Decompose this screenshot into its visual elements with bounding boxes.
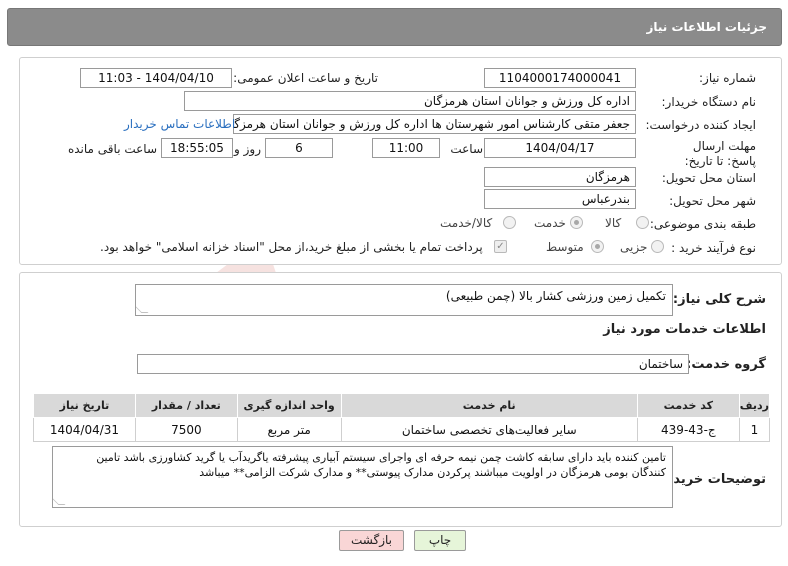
buyer-org-field: اداره کل ورزش و جوانان استان هرمزگان — [184, 91, 636, 111]
cell-unit: متر مربع — [236, 417, 342, 442]
process-medium-radio[interactable] — [591, 240, 604, 253]
category-goods-service-radio[interactable] — [503, 216, 516, 229]
cell-row: 1 — [738, 417, 771, 442]
remaining-field: 18:55:05 — [161, 138, 233, 158]
days-field: 6 — [265, 138, 333, 158]
category-goods-label: کالا — [605, 216, 622, 230]
buyer-contact-link[interactable]: اطلاعات تماس خریدار — [124, 117, 235, 131]
category-goods-service-label: کالا/خدمت — [440, 216, 493, 230]
city-field: بندرعباس — [484, 189, 636, 209]
col-unit-header: واحد اندازه گیری — [236, 393, 342, 418]
announce-label: تاریخ و ساعت اعلان عمومی: — [233, 71, 378, 85]
process-minor-label: جزیی — [620, 240, 648, 254]
page-header: جزئیات اطلاعات نیاز — [7, 8, 782, 46]
treasury-checkbox[interactable]: ✓ — [494, 240, 507, 253]
table-header-row: ردیف کد خدمت نام خدمت واحد اندازه گیری ت… — [33, 393, 771, 418]
process-label: نوع فرآیند خرید : — [671, 241, 756, 255]
services-table: ردیف کد خدمت نام خدمت واحد اندازه گیری ت… — [33, 393, 771, 442]
deadline-date-field: 1404/04/17 — [484, 138, 636, 158]
process-medium-label: متوسط — [546, 240, 584, 254]
province-label: استان محل تحویل: — [661, 171, 756, 185]
deadline-time-field: 11:00 — [372, 138, 440, 158]
remaining-label: ساعت باقی مانده — [67, 142, 157, 156]
summary-label: شرح کلی نیاز: — [672, 292, 766, 307]
treasury-note: پرداخت تمام یا بخشی از مبلغ خرید،از محل … — [100, 240, 483, 254]
print-button[interactable]: چاپ — [414, 530, 466, 551]
need-number-field: 1104000174000041 — [484, 68, 636, 88]
deadline-label: مهلت ارسال پاسخ: تا تاریخ: — [684, 139, 756, 168]
days-label: روز و — [234, 142, 261, 156]
service-group-label: گروه خدمت: — [686, 357, 766, 372]
col-row-header: ردیف — [738, 393, 771, 418]
cell-date: 1404/04/31 — [33, 417, 136, 442]
category-service-label: خدمت — [534, 216, 566, 230]
requester-label: ایجاد کننده درخواست: — [645, 118, 756, 132]
announce-field: 1404/04/10 - 11:03 — [80, 68, 232, 88]
cell-code: ج-43-439 — [636, 417, 740, 442]
requester-field: جعفر متقی کارشناس امور شهرستان ها اداره … — [233, 114, 636, 134]
col-name-header: نام خدمت — [340, 393, 638, 418]
col-date-header: تاریخ نیاز — [33, 393, 136, 418]
page-title: جزئیات اطلاعات نیاز — [646, 20, 767, 34]
need-number-label: شماره نیاز: — [699, 71, 756, 85]
category-label: طبقه بندی موضوعی: — [649, 217, 756, 231]
service-group-field: ساختمان — [137, 354, 689, 374]
category-service-radio[interactable] — [570, 216, 583, 229]
cell-name: سایر فعالیت‌های تخصصی ساختمان — [340, 417, 638, 442]
city-label: شهر محل تحویل: — [669, 194, 756, 208]
deadline-time-label: ساعت — [450, 142, 483, 156]
notes-field: تامین کننده باید دارای سابقه کاشت چمن نی… — [52, 446, 673, 508]
cell-qty: 7500 — [134, 417, 238, 442]
table-row: 1 ج-43-439 سایر فعالیت‌های تخصصی ساختمان… — [33, 417, 771, 442]
col-qty-header: تعداد / مقدار — [134, 393, 238, 418]
province-field: هرمزگان — [484, 167, 636, 187]
col-code-header: کد خدمت — [636, 393, 740, 418]
summary-field: تکمیل زمین ورزشی کشار بالا (چمن طبیعی) — [135, 284, 673, 316]
category-goods-radio[interactable] — [636, 216, 649, 229]
back-button[interactable]: بازگشت — [339, 530, 404, 551]
buyer-org-label: نام دستگاه خریدار: — [661, 95, 757, 109]
process-minor-radio[interactable] — [651, 240, 664, 253]
services-title: اطلاعات خدمات مورد نیاز — [603, 322, 766, 337]
